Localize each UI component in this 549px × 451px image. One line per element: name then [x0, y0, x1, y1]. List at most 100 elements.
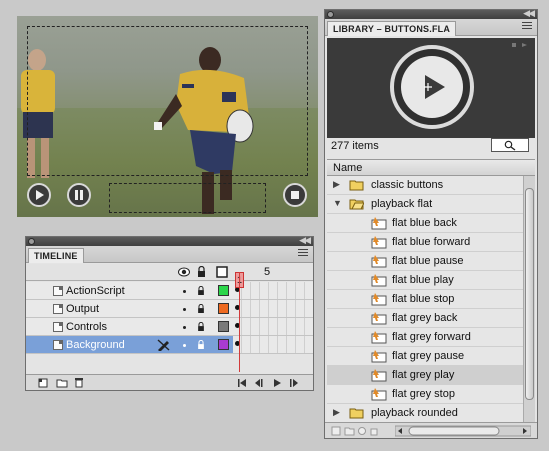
button-symbol-icon — [371, 274, 387, 287]
expand-triangle-icon[interactable]: ▶ — [333, 179, 340, 190]
library-footer-icons[interactable] — [331, 426, 391, 436]
library-panel: ◀◀ LIBRARY – BUTTONS.FLA 277 items Name … — [324, 8, 538, 439]
preview-play-symbol — [390, 45, 474, 129]
timeline-tab[interactable]: TIMELINE — [28, 248, 84, 263]
layer-color-swatch[interactable] — [218, 285, 229, 296]
layer-color-swatch[interactable] — [218, 303, 229, 314]
library-tabbar: LIBRARY – BUTTONS.FLA — [325, 19, 537, 36]
layer-row-actionscript[interactable]: ActionScript — [26, 282, 313, 300]
stage-play-button[interactable] — [27, 183, 51, 207]
button-symbol-icon — [371, 388, 387, 401]
library-tab[interactable]: LIBRARY – BUTTONS.FLA — [327, 21, 457, 36]
layer-frames[interactable] — [233, 318, 313, 335]
horizontal-scrollbar[interactable] — [395, 425, 531, 437]
list-item-selected[interactable]: flat grey play — [327, 366, 523, 385]
panel-close-icon[interactable] — [28, 238, 35, 245]
list-item[interactable]: flat grey stop — [327, 385, 523, 404]
visibility-dot[interactable] — [183, 308, 186, 311]
pencil-disabled-icon — [157, 339, 170, 351]
layer-row-controls[interactable]: Controls — [26, 318, 313, 336]
list-item[interactable]: ▶ classic buttons — [327, 176, 523, 195]
list-item[interactable]: ▼ playback flat — [327, 195, 523, 214]
lock-icon[interactable] — [197, 340, 205, 349]
item-label: flat grey pause — [392, 350, 465, 362]
panel-close-icon[interactable] — [327, 11, 334, 18]
list-item[interactable]: flat blue forward — [327, 233, 523, 252]
library-scrollbar[interactable] — [523, 176, 535, 422]
outline-icon[interactable] — [216, 266, 228, 278]
library-footer — [325, 422, 537, 438]
folder-icon — [349, 408, 364, 419]
step-back-icon — [255, 379, 263, 387]
panel-collapse-icon[interactable]: ◀◀ — [299, 235, 311, 246]
selection-marquee-top — [27, 26, 308, 176]
layer-color-swatch[interactable] — [218, 339, 229, 350]
item-label: flat grey play — [392, 369, 455, 381]
button-symbol-icon — [371, 350, 387, 363]
button-symbol-icon — [371, 312, 387, 325]
item-label: flat blue play — [392, 274, 454, 286]
layer-row-background[interactable]: Background — [26, 336, 313, 354]
stage-stop-button[interactable] — [283, 183, 307, 207]
new-layer-icon[interactable] — [38, 378, 48, 388]
column-header-name[interactable]: Name — [327, 159, 535, 176]
layer-icon — [53, 286, 63, 296]
layer-name: Background — [66, 339, 125, 351]
selection-marquee-output — [109, 183, 266, 213]
folder-icon — [349, 180, 364, 191]
button-symbol-icon — [371, 369, 387, 382]
new-folder-icon[interactable] — [56, 378, 68, 388]
layer-name: Output — [66, 303, 100, 315]
lock-icon[interactable] — [197, 322, 205, 331]
lock-icon[interactable] — [197, 286, 205, 295]
timeline-footer — [26, 374, 313, 390]
layer-row-output[interactable]: Output — [26, 300, 313, 318]
item-label: playback rounded — [371, 407, 458, 419]
lock-icon[interactable] — [197, 266, 206, 277]
list-item[interactable]: flat grey pause — [327, 347, 523, 366]
layer-frames[interactable] — [233, 282, 313, 299]
library-search-input[interactable] — [491, 138, 529, 152]
stage[interactable] — [17, 16, 318, 217]
item-label: flat grey back — [392, 312, 458, 324]
library-item-list: ▶ classic buttons ▼ playback flat flat b… — [327, 176, 523, 422]
visibility-dot[interactable] — [183, 290, 186, 293]
library-panel-grip[interactable]: ◀◀ — [325, 8, 537, 19]
stage-pause-button[interactable] — [67, 183, 91, 207]
lock-icon[interactable] — [197, 304, 205, 313]
panel-menu-icon[interactable] — [298, 249, 308, 259]
visibility-dot[interactable] — [183, 344, 186, 347]
layer-color-swatch[interactable] — [218, 321, 229, 332]
collapse-triangle-icon[interactable]: ▼ — [333, 198, 342, 208]
timeline-panel-grip[interactable]: ◀◀ — [26, 235, 313, 246]
button-symbol-icon — [371, 217, 387, 230]
scrollbar-thumb[interactable] — [525, 188, 534, 400]
play-icon — [36, 190, 44, 200]
item-label: flat grey stop — [392, 388, 455, 400]
timeline-panel: ◀◀ TIMELINE 5 ActionScript Output Contro… — [25, 235, 314, 391]
panel-collapse-icon[interactable]: ◀◀ — [523, 8, 535, 19]
list-item[interactable]: flat blue play — [327, 271, 523, 290]
visibility-dot[interactable] — [183, 326, 186, 329]
folder-open-icon — [349, 199, 364, 210]
list-item[interactable]: flat blue back — [327, 214, 523, 233]
panel-menu-icon[interactable] — [522, 22, 532, 32]
expand-triangle-icon[interactable]: ▶ — [333, 407, 340, 418]
layer-frames[interactable] — [233, 300, 313, 317]
item-label: flat grey forward — [392, 331, 471, 343]
list-item[interactable]: flat blue pause — [327, 252, 523, 271]
item-label: flat blue forward — [392, 236, 471, 248]
playhead-line — [239, 272, 240, 372]
list-item[interactable]: ▶ playback rounded — [327, 404, 523, 422]
layer-frames[interactable] — [233, 336, 313, 353]
eye-icon[interactable] — [178, 267, 190, 277]
preview-controls-icon[interactable] — [511, 42, 529, 50]
list-item[interactable]: flat grey forward — [327, 328, 523, 347]
pause-icon — [75, 190, 83, 200]
play-icon — [424, 75, 445, 99]
transport-controls[interactable] — [236, 378, 311, 388]
list-item[interactable]: flat blue stop — [327, 290, 523, 309]
trash-icon[interactable] — [74, 377, 84, 388]
list-item[interactable]: flat grey back — [327, 309, 523, 328]
playhead[interactable]: 1 — [235, 272, 244, 372]
